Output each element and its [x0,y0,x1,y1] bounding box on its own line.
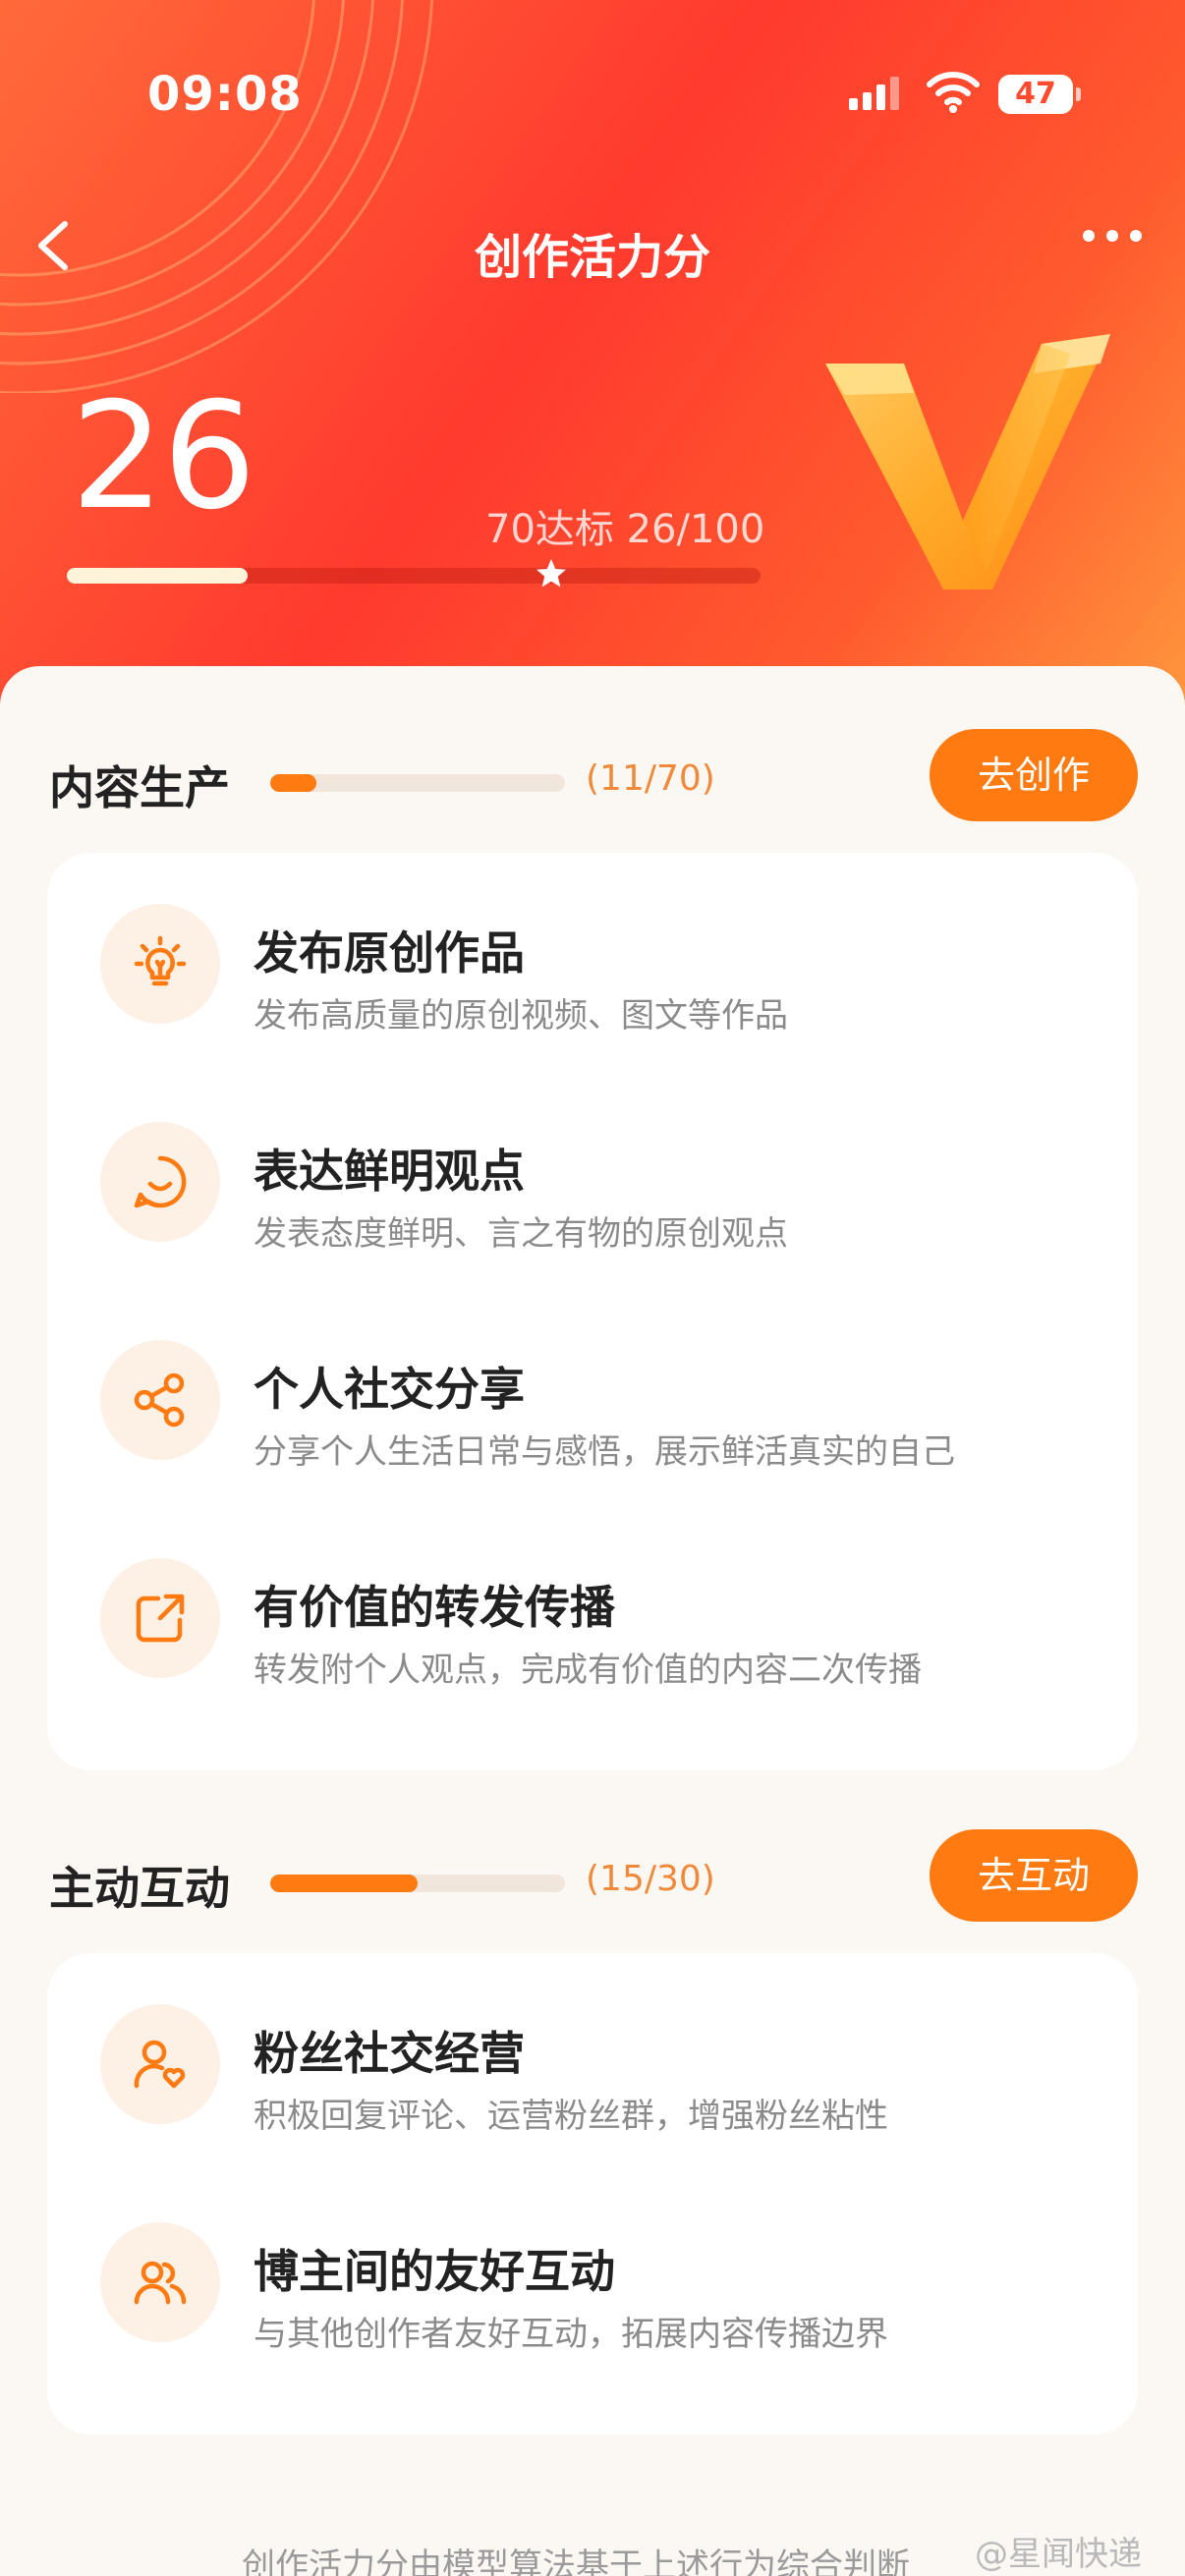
item-subtitle: 积极回复评论、运营粉丝群，增强粉丝粘性 [254,2097,888,2136]
header-banner: 09:08 47 创作活力分 26 70达标 26/100 [0,0,1185,747]
item-title: 粉丝社交经营 [254,2027,525,2080]
decorative-arcs [0,0,433,393]
item-subtitle: 分享个人生活日常与感悟，展示鲜活真实的自己 [254,1432,955,1472]
item-title: 有价值的转发传播 [254,1581,615,1634]
active-interaction-card: 粉丝社交经营 积极回复评论、运营粉丝群，增强粉丝粘性 博主间的友好互动 与其他创… [47,1953,1138,2435]
lightbulb-icon [100,904,220,1024]
item-subtitle: 与其他创作者友好互动，拓展内容传播边界 [254,2315,888,2354]
share-icon [100,1340,220,1460]
item-subtitle: 发表态度鲜明、言之有物的原创观点 [254,1214,788,1254]
cellular-signal-icon [849,77,899,110]
fan-heart-icon [100,2004,220,2124]
go-create-button[interactable]: 去创作 [930,729,1138,821]
target-star-icon [536,559,566,588]
section-progress-fill [270,774,317,792]
list-item-publish-original[interactable]: 发布原创作品 发布高质量的原创视频、图文等作品 [47,853,1138,1049]
list-item-valuable-repost[interactable]: 有价值的转发传播 转发附个人观点，完成有价值的内容二次传播 [47,1507,1138,1704]
go-interact-button[interactable]: 去互动 [930,1829,1138,1922]
item-subtitle: 转发附个人观点，完成有价值的内容二次传播 [254,1651,922,1690]
item-title: 发布原创作品 [254,926,525,980]
list-item-creator-interaction[interactable]: 博主间的友好互动 与其他创作者友好互动，拓展内容传播边界 [47,2171,1138,2368]
wifi-icon [927,72,980,113]
section-progress-bar [270,774,565,792]
repost-icon [100,1558,220,1678]
v-badge-logo [825,334,1110,589]
section-title: 内容生产 [49,761,230,814]
nav-bar: 创作活力分 [0,206,1185,285]
people-icon [100,2222,220,2342]
section-progress-count: (11/70) [586,758,715,799]
item-title: 个人社交分享 [254,1363,525,1416]
section-progress-fill [270,1875,418,1892]
section-progress-bar [270,1875,565,1892]
list-item-express-opinion[interactable]: 表达鲜明观点 发表态度鲜明、言之有物的原创观点 [47,1071,1138,1267]
target-progress-text: 70达标 26/100 [485,507,765,552]
watermark: @星闻快递 [975,2535,1142,2574]
status-time: 09:08 [147,67,303,122]
score-progress-fill [67,568,248,584]
more-options-icon[interactable] [1083,228,1142,244]
score-progress-bar [67,568,761,584]
list-item-fan-engagement[interactable]: 粉丝社交经营 积极回复评论、运营粉丝群，增强粉丝粘性 [47,1953,1138,2150]
item-subtitle: 发布高质量的原创视频、图文等作品 [254,996,788,1036]
page-title: 创作活力分 [474,230,710,285]
vitality-score: 26 [71,371,256,542]
list-item-social-share[interactable]: 个人社交分享 分享个人生活日常与感悟，展示鲜活真实的自己 [47,1289,1138,1485]
footer-note: 创作活力分由模型算法基于上述行为综合判断 [242,2547,910,2576]
item-title: 博主间的友好互动 [254,2245,615,2298]
status-bar: 09:08 47 [0,67,1185,126]
battery-indicator: 47 [998,75,1081,114]
section-progress-count: (15/30) [586,1859,715,1899]
section-active-interaction: 主动互动 (15/30) 去互动 [0,1829,1185,1928]
section-title: 主动互动 [49,1862,230,1915]
item-title: 表达鲜明观点 [254,1145,525,1198]
section-content-production: 内容生产 (11/70) 去创作 [0,729,1185,827]
smile-chat-icon [100,1122,220,1242]
content-production-card: 发布原创作品 发布高质量的原创视频、图文等作品 表达鲜明观点 发表态度鲜明、言之… [47,853,1138,1770]
